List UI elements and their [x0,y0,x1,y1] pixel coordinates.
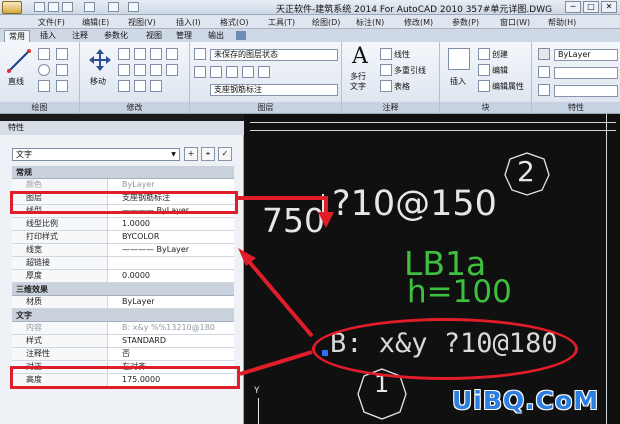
callout-arrows [238,196,334,376]
watermark: UiBQ.CoM [452,386,600,415]
